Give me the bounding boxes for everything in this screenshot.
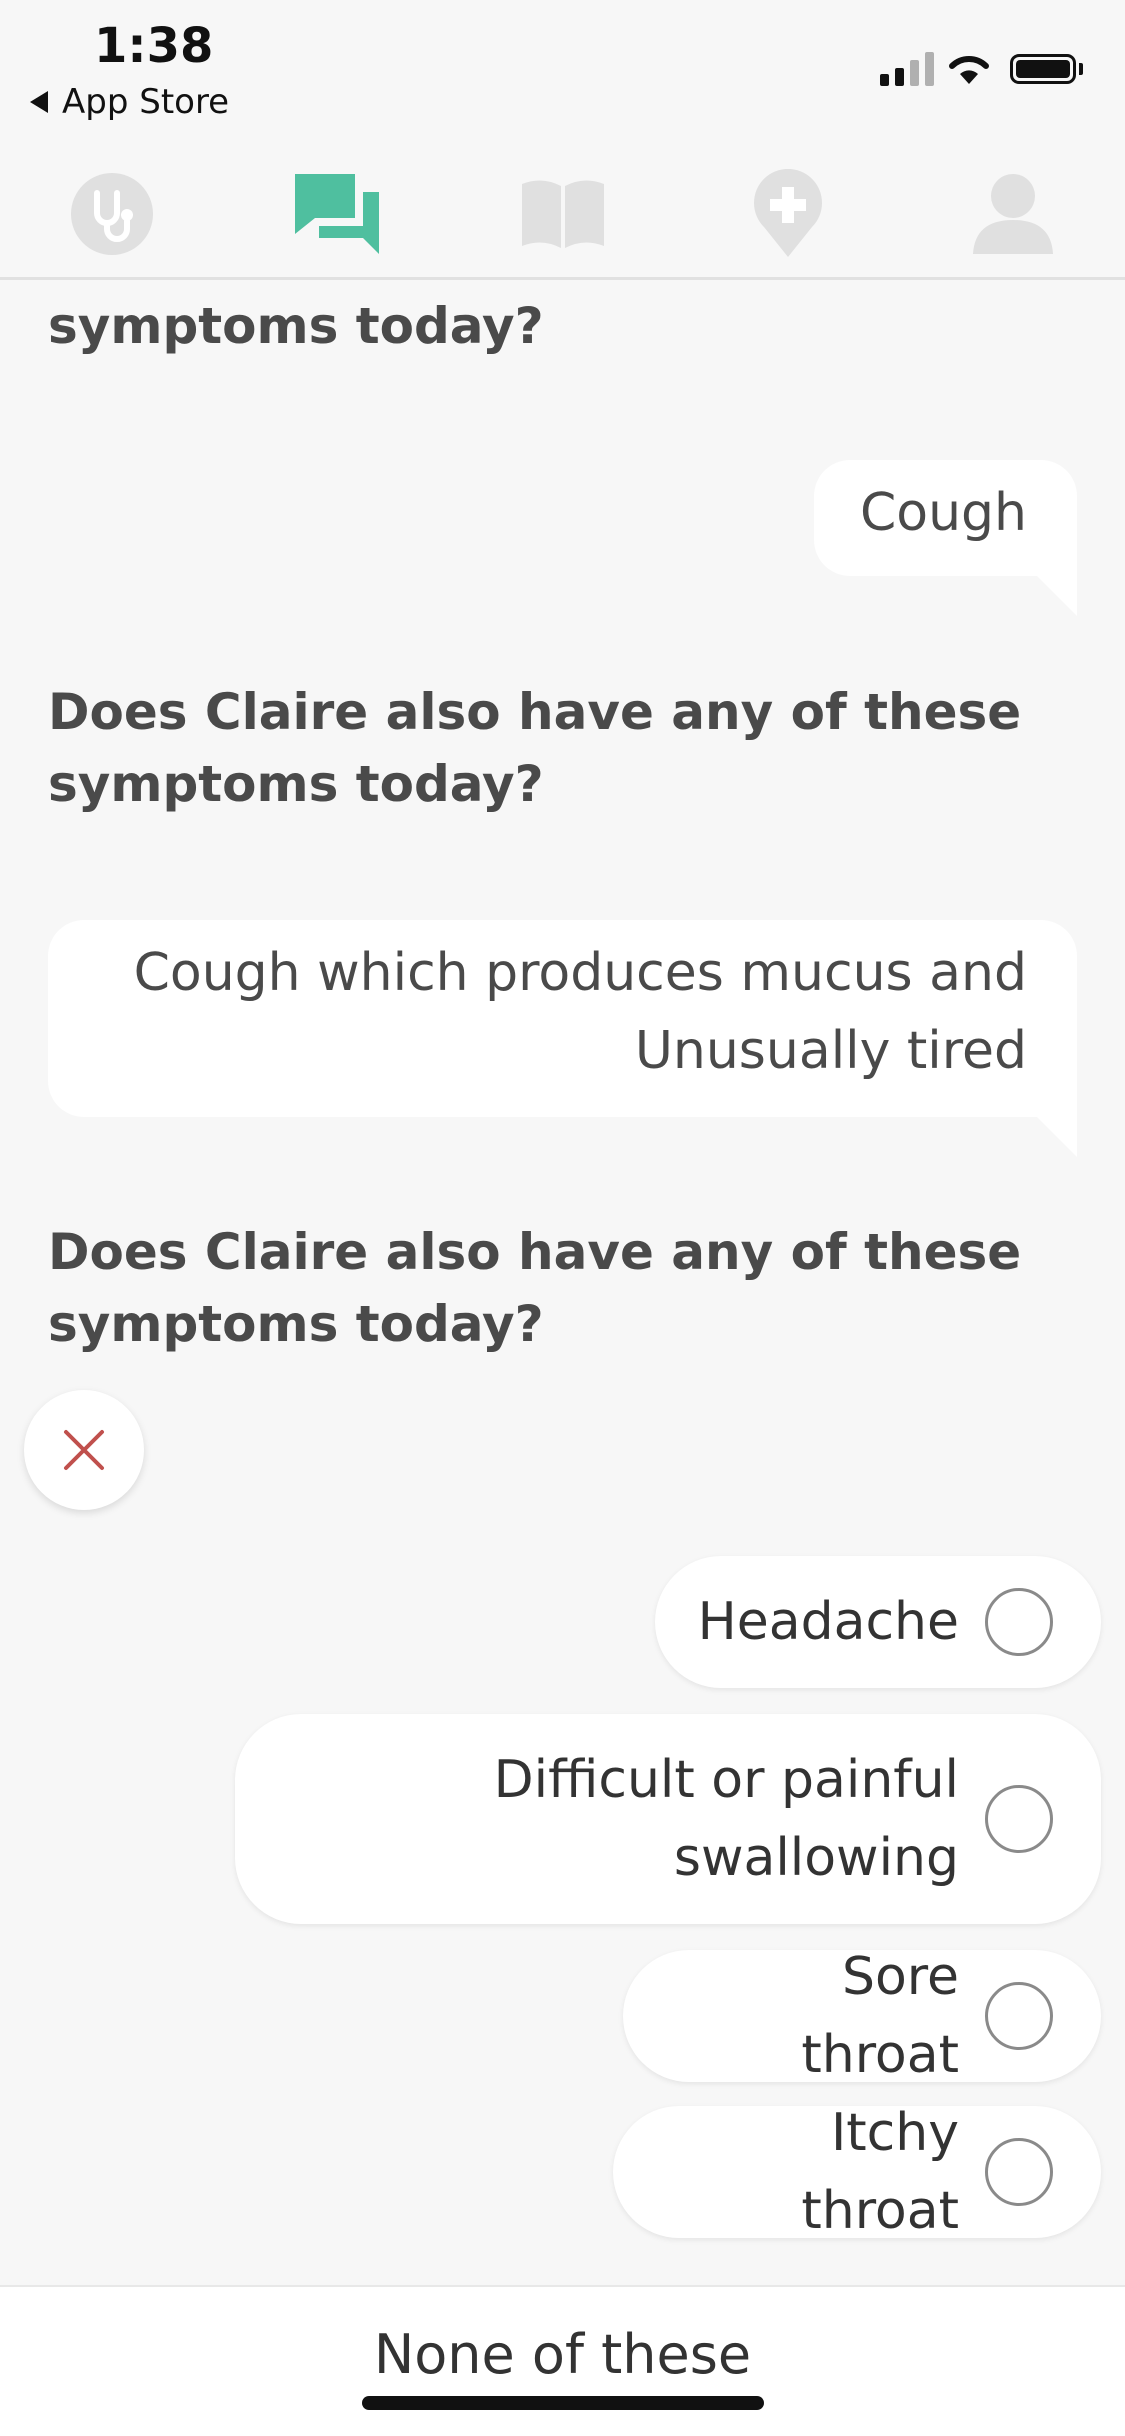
top-nav [0,150,1125,280]
user-answer-line: Cough which produces mucus and [133,943,1027,1003]
bot-question: Does Claire also have any of these sympt… [48,1223,1022,1353]
battery-icon [1010,54,1076,84]
radio-button[interactable] [985,1982,1053,2050]
book-icon [522,180,604,248]
nav-chat[interactable] [288,164,388,264]
option-label: Headache [697,1592,959,1652]
user-answer-bubble: Cough which produces mucus and Unusually… [48,920,1077,1117]
user-answer-bubble: Cough [814,460,1077,576]
cellular-signal-icon [880,50,934,86]
option-label-line: Difficult or painful [493,1750,959,1810]
option-label: Itchy throat [801,2103,959,2241]
nav-find-care[interactable] [738,164,838,264]
back-arrow-icon [30,91,48,113]
bubble-tail [1037,576,1077,616]
radio-button[interactable] [985,1785,1053,1853]
home-indicator [362,2396,764,2410]
bubble-tail [1037,1117,1077,1157]
radio-button[interactable] [985,2138,1053,2206]
none-of-these-button[interactable]: None of these [0,2323,1125,2386]
option-difficult-swallowing[interactable]: Difficult or painful swallowing [235,1714,1101,1924]
status-bar: 1:38 App Store [0,0,1125,150]
nav-profile[interactable] [963,164,1063,264]
back-label: App Store [62,82,230,122]
bot-question: Does Claire also have any of these sympt… [48,683,1022,813]
person-icon [973,174,1053,254]
chat-thread: symptoms today? Cough Does Claire also h… [0,280,1125,2275]
radio-button[interactable] [985,1588,1053,1656]
nav-library[interactable] [513,164,613,264]
user-answer-text: Cough [859,483,1027,543]
option-label-line: swallowing [673,1828,959,1888]
footer: None of these [0,2285,1125,2436]
bot-question: symptoms today? [48,297,544,355]
stethoscope-icon [71,173,153,255]
location-plus-icon [754,169,822,257]
close-button[interactable] [24,1390,144,1510]
option-sore-throat[interactable]: Sore throat [623,1947,1101,2085]
option-itchy-throat[interactable]: Itchy throat [613,2103,1101,2241]
user-answer-line: Unusually tired [634,1021,1027,1081]
back-to-app-store[interactable]: App Store [30,82,229,122]
option-label: Difficult or painful swallowing [494,1741,959,1897]
battery-nub [1079,63,1083,75]
nav-check-symptoms[interactable] [62,164,162,264]
wifi-icon [949,55,989,84]
option-label: Sore throat [801,1947,959,2085]
chat-bubbles-icon [295,174,379,254]
status-time: 1:38 [94,18,214,74]
close-icon [64,1430,104,1470]
option-headache[interactable]: Headache [655,1556,1101,1688]
